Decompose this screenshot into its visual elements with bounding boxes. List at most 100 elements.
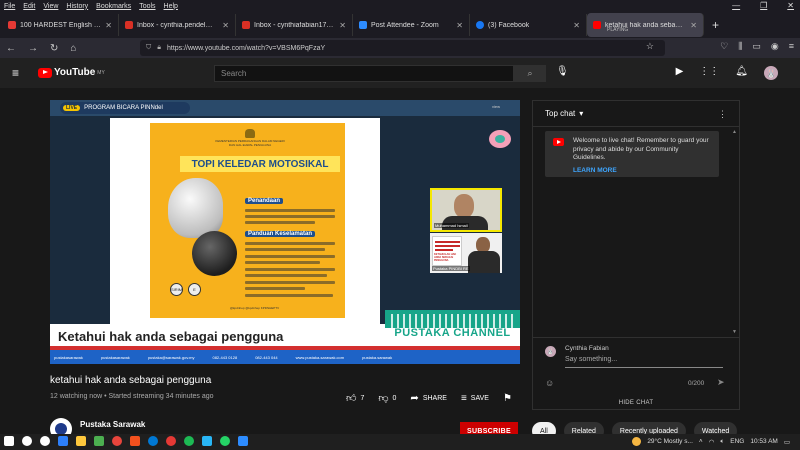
report-button[interactable]: ⚑ (503, 393, 512, 404)
watch-page: LIVE PROGRAM BICARA PINNdel view KEMENTE… (0, 88, 800, 440)
sidebar-icon[interactable]: ▭ (752, 41, 761, 52)
apps-grid-icon[interactable]: ⋮⋮ (699, 66, 719, 80)
search-icon[interactable] (22, 436, 32, 446)
text-line (245, 294, 333, 297)
system-tray: 29°C Mostly s... ˄ ◠ 🔈︎ ENG 10:53 AM ▭ (632, 437, 790, 446)
video-headline: Ketahui hak anda sebagai pengguna (58, 329, 284, 344)
menu-edit[interactable]: Edit (23, 3, 35, 10)
close-icon[interactable]: ✕ (456, 21, 463, 30)
notification-icon[interactable]: ▭ (784, 438, 790, 446)
browser-tab-active[interactable]: ketahui hak anda sebagai penggPLAYING✕ (587, 13, 704, 37)
scroll-down-icon[interactable]: ▼ (732, 329, 737, 335)
minimize-button[interactable]: — (732, 1, 740, 10)
bookmark-star-icon[interactable]: ☆ (646, 41, 654, 52)
app-icon[interactable] (130, 436, 140, 446)
close-icon[interactable]: ✕ (339, 21, 346, 30)
browser-tab[interactable]: 100 HARDEST English words p ✕ (2, 14, 119, 36)
tray-arrow-icon[interactable]: ˄ (699, 438, 703, 445)
avatar[interactable]: 🐰 (764, 66, 778, 80)
task-view-icon[interactable] (58, 436, 68, 446)
search-input[interactable]: Search (214, 65, 514, 82)
account-icon[interactable]: ◉ (771, 41, 779, 52)
browser-tab[interactable]: Post Attendee - Zoom ✕ (353, 14, 470, 36)
menu-help[interactable]: Help (164, 3, 178, 10)
app-icon[interactable] (202, 436, 212, 446)
maximize-button[interactable]: ❐ (760, 1, 767, 10)
create-video-icon[interactable]: ▶︎ (676, 66, 684, 80)
program-label: LIVE PROGRAM BICARA PINNdel (60, 102, 190, 114)
forward-arrow-icon[interactable]: → (28, 43, 38, 54)
menu-icon[interactable]: ≡ (789, 41, 794, 52)
weather-text[interactable]: 29°C Mostly s... (647, 438, 693, 445)
hamburger-menu-icon[interactable]: ≡ (12, 66, 19, 80)
menu-view[interactable]: View (43, 3, 58, 10)
network-icon[interactable]: ◠ (709, 438, 715, 446)
ticker-item: pustakasarawak (54, 354, 83, 360)
hide-chat-button[interactable]: HIDE CHAT (532, 396, 740, 410)
tab-label: Post Attendee - Zoom (371, 21, 439, 29)
new-tab-button[interactable]: + (712, 18, 719, 32)
close-icon[interactable]: ✕ (690, 21, 697, 30)
start-icon[interactable] (4, 436, 14, 446)
gmail-icon (242, 21, 250, 29)
whatsapp-icon[interactable] (220, 436, 230, 446)
close-icon[interactable]: ✕ (222, 21, 229, 30)
send-icon[interactable]: ➤ (717, 377, 725, 388)
pocket-icon[interactable]: ♡ (720, 41, 728, 52)
search-button[interactable]: ⌕ (514, 65, 546, 82)
video-player[interactable]: LIVE PROGRAM BICARA PINNdel view KEMENTE… (50, 100, 520, 364)
browser-tab[interactable]: Inbox - cynthiafabian17@gmail ✕ (236, 14, 353, 36)
microphone-icon[interactable]: 🎙︎ (556, 66, 569, 77)
learn-more-link[interactable]: LEARN MORE (573, 167, 711, 176)
url-bar[interactable]: ⛉ 🔒︎ https://www.youtube.com/watch?v=VBS… (140, 40, 665, 56)
tab-label: Inbox - cynthiafabian17@gmail (254, 21, 335, 29)
edge-icon[interactable] (148, 436, 158, 446)
live-chat: Top chat ▾ ⋮ Welcome to live chat! Remem… (532, 100, 740, 410)
black-helmet-image (192, 231, 237, 276)
lock-icon[interactable]: 🔒︎ (157, 44, 161, 52)
scroll-up-icon[interactable]: ▲ (732, 129, 737, 135)
home-icon[interactable]: ⌂ (70, 43, 76, 54)
channel-name[interactable]: Pustaka Sarawak (80, 420, 145, 429)
app-icon[interactable] (94, 436, 104, 446)
youtube-logo[interactable]: YouTube MY (38, 67, 105, 78)
zoom-icon[interactable] (238, 436, 248, 446)
text-line (245, 209, 335, 212)
volume-icon[interactable]: 🔈︎ (720, 438, 724, 446)
close-window-button[interactable]: ✕ (787, 1, 794, 10)
chat-message-input[interactable]: Say something... (565, 356, 723, 368)
ticker-item: pustakasarawak (100, 354, 130, 360)
facebook-icon (476, 21, 484, 29)
shield-icon[interactable]: ⛉ (146, 44, 151, 52)
close-icon[interactable]: ✕ (105, 21, 112, 30)
user-avatar: 🐰 (545, 346, 556, 357)
share-button[interactable]: ➦ SHARE (410, 393, 447, 404)
more-options-icon[interactable]: ⋮ (718, 109, 727, 120)
notifications-bell-icon[interactable]: 🔔︎ (735, 66, 748, 80)
menu-file[interactable]: File (4, 3, 15, 10)
spotify-icon[interactable] (184, 436, 194, 446)
menu-history[interactable]: History (66, 3, 88, 10)
language-indicator[interactable]: ENG (730, 438, 744, 445)
reload-icon[interactable]: ↻ (50, 43, 58, 54)
menu-tools[interactable]: Tools (139, 3, 155, 10)
file-explorer-icon[interactable] (76, 436, 86, 446)
chat-scrollbar[interactable]: ▲ ▼ (731, 127, 739, 337)
library-icon[interactable]: ⫼ (738, 41, 742, 52)
chrome-icon[interactable] (166, 436, 176, 446)
emoji-icon[interactable]: ☺ (545, 378, 554, 388)
helmet-poster: KEMENTERIAN PERDAGANGAN DALAM NEGERI DAN… (150, 123, 345, 318)
browser-tab[interactable]: (3) Facebook ✕ (470, 14, 587, 36)
cortana-icon[interactable] (40, 436, 50, 446)
clock[interactable]: 10:53 AM (750, 438, 777, 445)
back-arrow-icon[interactable]: ← (6, 43, 16, 54)
like-button[interactable]: 👍︎ 7 (346, 392, 364, 404)
save-button[interactable]: ≡ SAVE (461, 393, 489, 404)
weather-icon[interactable] (632, 437, 642, 446)
menu-bookmarks[interactable]: Bookmarks (96, 3, 131, 10)
browser-tab[interactable]: Inbox - cynthia.pendel@gmail. ✕ (119, 14, 236, 36)
chat-header[interactable]: Top chat ▾ ⋮ (533, 101, 739, 127)
dislike-button[interactable]: 👎︎ 0 (378, 392, 396, 404)
close-icon[interactable]: ✕ (573, 21, 580, 30)
firefox-icon[interactable] (112, 436, 122, 446)
